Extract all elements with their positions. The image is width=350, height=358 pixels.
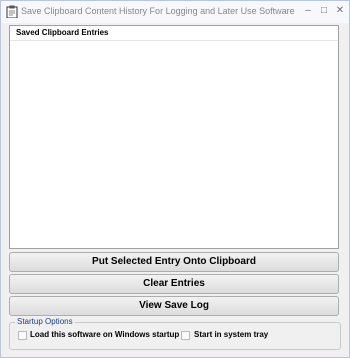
list-column-header[interactable]: Saved Clipboard Entries bbox=[10, 26, 338, 41]
minimize-button[interactable]: – bbox=[301, 4, 315, 18]
put-selected-entry-button[interactable]: Put Selected Entry Onto Clipboard bbox=[9, 252, 339, 272]
load-on-startup-checkbox[interactable] bbox=[18, 331, 27, 340]
saved-entries-list[interactable]: Saved Clipboard Entries bbox=[9, 25, 339, 249]
clipboard-app-icon bbox=[6, 5, 18, 18]
load-on-startup-label[interactable]: Load this software on Windows startup bbox=[30, 330, 179, 339]
window-title: Save Clipboard Content History For Loggi… bbox=[21, 6, 295, 16]
start-in-tray-label[interactable]: Start in system tray bbox=[194, 330, 268, 339]
app-window: Save Clipboard Content History For Loggi… bbox=[0, 0, 350, 358]
startup-options-legend: Startup Options bbox=[15, 317, 75, 326]
close-button[interactable]: ✕ bbox=[333, 4, 347, 18]
view-save-log-button[interactable]: View Save Log bbox=[9, 296, 339, 316]
maximize-button[interactable]: □ bbox=[317, 4, 331, 18]
clear-entries-button[interactable]: Clear Entries bbox=[9, 274, 339, 294]
title-bar[interactable]: Save Clipboard Content History For Loggi… bbox=[1, 1, 349, 23]
list-header-label: Saved Clipboard Entries bbox=[16, 28, 109, 37]
startup-options-group: Startup Options Load this software on Wi… bbox=[9, 317, 341, 350]
start-in-tray-checkbox[interactable] bbox=[181, 331, 190, 340]
